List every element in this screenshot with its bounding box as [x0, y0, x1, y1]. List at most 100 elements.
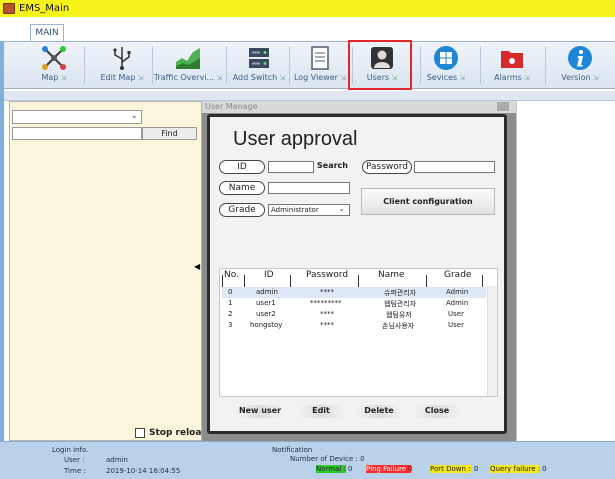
log-viewer-button[interactable]: Log Viewer: [288, 42, 352, 89]
table-row[interactable]: 3 hongstoy **** 손님사용자 User: [222, 320, 486, 331]
id-label: ID: [219, 160, 265, 174]
right-panel: [516, 101, 615, 441]
header-divider: [426, 275, 427, 287]
port-down-count: 0: [474, 465, 479, 473]
cell-no: 1: [228, 299, 233, 307]
name-field[interactable]: [268, 182, 350, 194]
alarm-folder-icon: [499, 45, 525, 71]
cell-name: 웹팀유저: [386, 311, 412, 319]
table-scrollbar[interactable]: [487, 286, 497, 396]
password-label: Password: [362, 160, 412, 174]
port-down-badge: Port Down :: [430, 465, 471, 473]
content-header-strip: [4, 91, 615, 101]
user-value: admin: [106, 456, 128, 464]
close-button[interactable]: Close: [414, 405, 460, 418]
ribbon-separator: [84, 46, 85, 84]
network-map-icon: [41, 45, 67, 71]
chevron-down-icon: ⌄: [338, 204, 345, 213]
cell-grade: User: [448, 310, 464, 318]
grade-select-value: Administrator: [271, 206, 319, 214]
column-header-no: No.: [224, 270, 239, 280]
query-failure-count: 0: [542, 465, 547, 473]
edit-map-button-label: Edit Map: [100, 73, 143, 82]
ribbon-tab-row: [0, 17, 615, 41]
table-row[interactable]: 2 user2 **** 웹팀유저 User: [222, 309, 486, 320]
collapse-left-icon[interactable]: ◀: [194, 262, 202, 276]
traffic-overview-button[interactable]: Traffic Overvi...: [152, 42, 224, 89]
filter-select[interactable]: ⌄: [12, 110, 142, 124]
version-button[interactable]: Version: [549, 42, 611, 89]
window-title: EMS_Main: [19, 3, 70, 14]
id-field[interactable]: [268, 161, 314, 173]
header-divider: [222, 275, 223, 287]
add-switch-button[interactable]: Add Switch: [228, 42, 290, 89]
find-button[interactable]: Find: [142, 127, 197, 140]
add-switch-button-label: Add Switch: [233, 73, 286, 82]
cell-id: admin: [256, 288, 278, 296]
dialog-close-button[interactable]: [497, 102, 509, 111]
ping-failure-badge: Ping Failure :: [366, 465, 411, 473]
log-viewer-button-label: Log Viewer: [294, 73, 346, 82]
search-input[interactable]: [12, 127, 142, 140]
normal-badge: Normal :: [316, 465, 346, 473]
user-table: No. ID Password Name Grade 0 admin **** …: [219, 268, 498, 397]
password-field[interactable]: [414, 161, 495, 173]
column-header-password: Password: [306, 270, 349, 280]
version-button-label: Version: [561, 73, 599, 82]
info-icon: [567, 45, 593, 71]
checkbox-box[interactable]: [135, 428, 145, 438]
stop-reload-label: Stop reload: [149, 428, 208, 438]
table-row[interactable]: 1 user1 ********* 웹팀관리자 Admin: [222, 298, 486, 309]
cell-no: 3: [228, 321, 233, 329]
cell-password: ****: [320, 321, 334, 329]
edit-map-button[interactable]: Edit Map: [92, 42, 152, 89]
cell-name: 웹팀관리자: [384, 300, 417, 308]
chevron-down-icon: ⌄: [130, 111, 138, 121]
table-header: No. ID Password Name Grade: [220, 269, 497, 287]
ribbon-toolbar: Map Edit Map Traffic Overvi... Add Switc…: [4, 41, 615, 89]
ribbon-separator: [545, 46, 546, 84]
services-button[interactable]: Sevices: [418, 42, 474, 89]
map-button[interactable]: Map: [34, 42, 74, 89]
title-bar: EMS_Main: [0, 0, 615, 17]
grade-label: Grade: [219, 203, 265, 217]
ribbon-separator: [226, 46, 227, 84]
cell-name: 손님사용자: [382, 322, 415, 330]
cell-grade: Admin: [446, 288, 469, 296]
header-divider: [482, 275, 483, 287]
table-row[interactable]: 0 admin **** 슈퍼관리자 Admin: [222, 287, 486, 298]
delete-button[interactable]: Delete: [356, 405, 402, 418]
map-button-label: Map: [42, 73, 67, 82]
column-header-id: ID: [264, 270, 274, 280]
dialog-title: User approval: [233, 128, 358, 150]
alarms-button-label: Alarms: [494, 73, 530, 82]
cell-id: hongstoy: [250, 321, 283, 329]
grade-select[interactable]: Administrator ⌄: [268, 204, 350, 216]
normal-count: 0: [348, 465, 353, 473]
tab-main[interactable]: MAIN: [30, 24, 64, 41]
column-header-grade: Grade: [444, 270, 472, 280]
cell-password: ****: [320, 288, 334, 296]
new-user-button[interactable]: New user: [236, 405, 284, 418]
notification-label: Notification: [272, 446, 313, 454]
edit-button[interactable]: Edit: [298, 405, 344, 418]
cell-id: user2: [256, 310, 276, 318]
cell-password: *********: [310, 299, 342, 307]
alarms-button[interactable]: Alarms: [480, 42, 544, 89]
status-bar: Login info. User : admin Time : 2019-10-…: [0, 441, 615, 479]
user-label: User :: [64, 456, 85, 464]
area-chart-icon: [175, 45, 201, 71]
dialog-caption: User Manage: [202, 101, 516, 113]
time-value: 2019-10-14 16:04:55: [106, 467, 181, 475]
device-count: Number of Device : 0: [290, 455, 365, 463]
header-divider: [244, 275, 245, 287]
cell-grade: User: [448, 321, 464, 329]
cell-grade: Admin: [446, 299, 469, 307]
usb-tree-icon: [109, 45, 135, 71]
client-configuration-button[interactable]: Client configuration: [361, 188, 495, 215]
stop-reload-checkbox[interactable]: Stop reload: [135, 428, 208, 438]
cell-no: 0: [228, 288, 233, 296]
login-info-label: Login info.: [52, 446, 89, 454]
left-panel: [9, 101, 202, 441]
search-button[interactable]: Search: [317, 161, 348, 170]
